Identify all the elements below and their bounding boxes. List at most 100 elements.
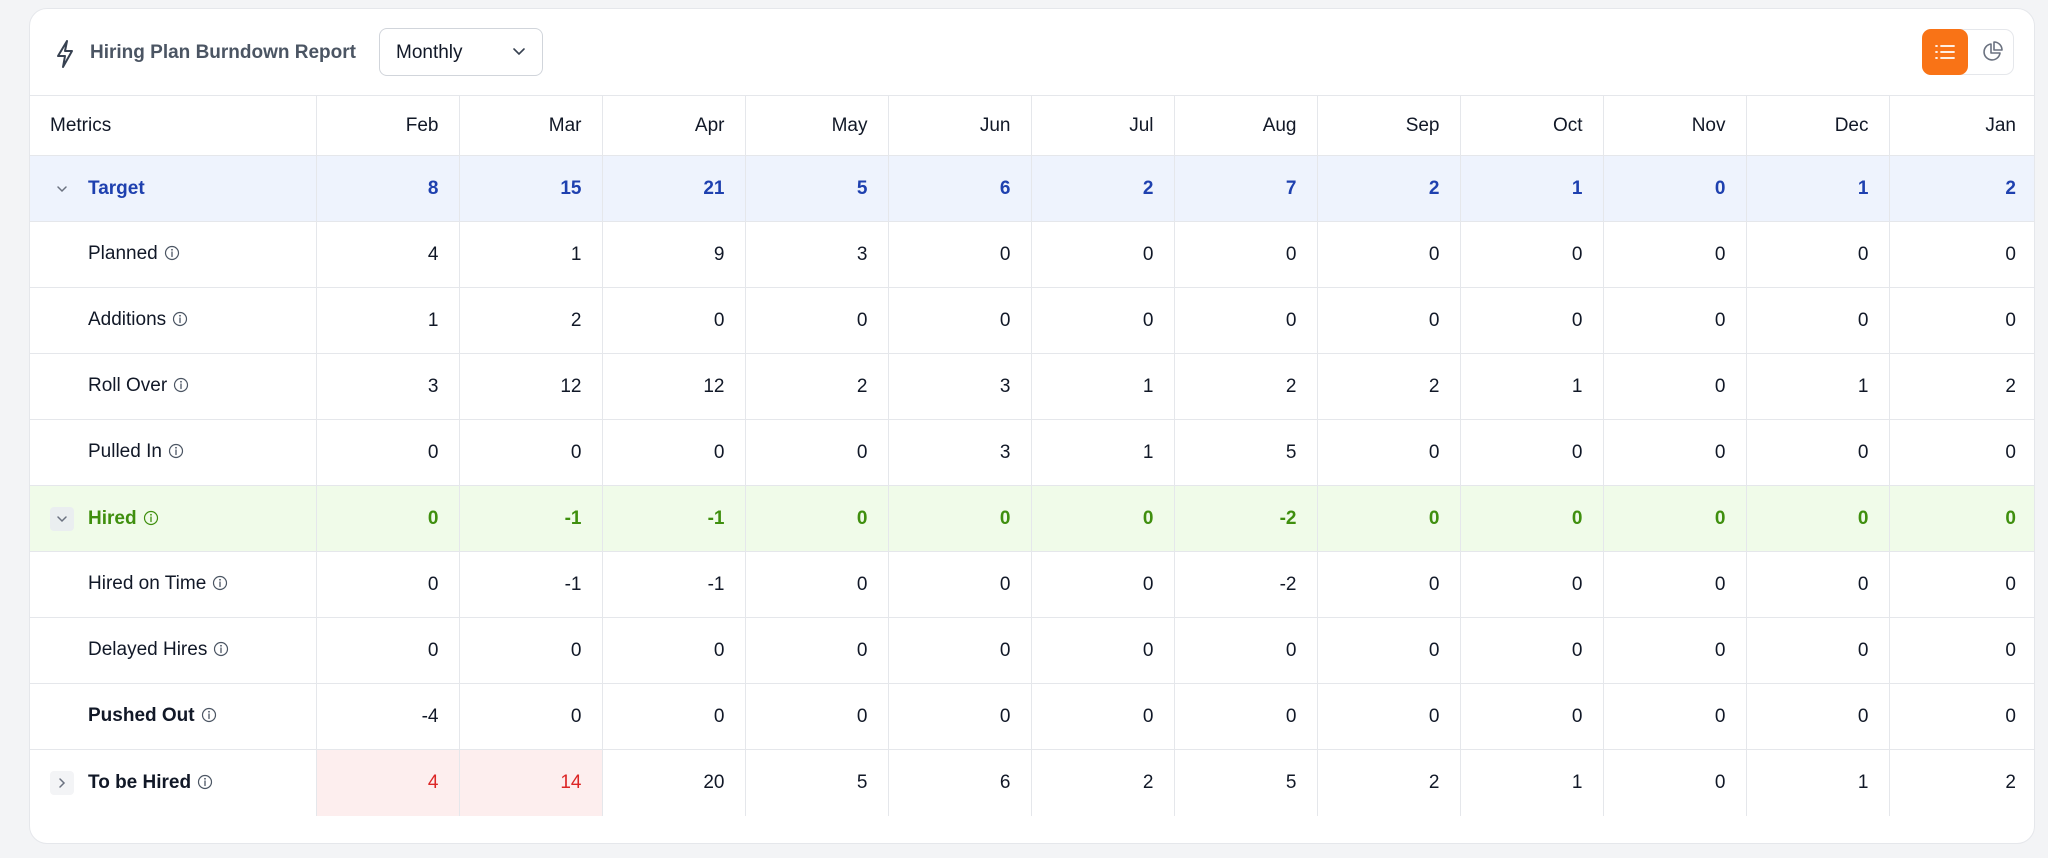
value-cell: 0	[1746, 485, 1890, 552]
chevron-down-icon	[513, 48, 525, 56]
table-row-to-be-hired: To be Hired 4 14 20 5 6 2 5 2 1 0 1 2	[30, 749, 2034, 816]
value-cell: 2	[1889, 353, 2034, 420]
value-cell: -1	[602, 485, 746, 552]
value-cell: 0	[1317, 485, 1461, 552]
value-cell: 0	[888, 683, 1032, 750]
value-cell: 0	[1603, 749, 1747, 816]
value-cell: 0	[1746, 287, 1890, 354]
info-icon[interactable]	[168, 443, 184, 459]
column-header-month: Dec	[1746, 95, 1890, 156]
value-cell: 0	[745, 419, 889, 486]
value-cell: 0	[1460, 485, 1604, 552]
table-view-button[interactable]	[1922, 29, 1968, 75]
metric-cell: Hired	[30, 485, 317, 552]
value-cell: 12	[459, 353, 603, 420]
value-cell: 21	[602, 155, 746, 222]
info-icon[interactable]	[173, 377, 189, 393]
value-cell: 0	[1889, 551, 2034, 618]
value-cell: 6	[888, 155, 1032, 222]
expand-toggle-target[interactable]	[50, 177, 74, 201]
value-cell: 0	[1746, 617, 1890, 684]
value-cell: 0	[1889, 419, 2034, 486]
chart-view-button[interactable]	[1969, 29, 2015, 75]
value-cell: 0	[602, 683, 746, 750]
info-icon[interactable]	[212, 575, 228, 591]
metric-label: To be Hired	[88, 771, 192, 793]
value-cell: 0	[1746, 551, 1890, 618]
metric-label: Pushed Out	[88, 705, 195, 727]
info-icon[interactable]	[201, 707, 217, 723]
metric-cell: Target	[30, 155, 317, 222]
info-icon[interactable]	[164, 245, 180, 261]
table-row-pulled-in: Pulled In 0 0 0 0 3 1 5 0 0 0 0 0	[30, 419, 2034, 486]
value-cell: 1	[459, 221, 603, 288]
metric-label: Hired	[88, 507, 137, 529]
value-cell: 0	[745, 485, 889, 552]
value-cell: 0	[1603, 485, 1747, 552]
metric-label: Target	[88, 177, 145, 199]
value-cell: 2	[1889, 155, 2034, 222]
expand-toggle-hired[interactable]	[50, 506, 74, 531]
value-cell: 0	[1031, 485, 1175, 552]
value-cell: 0	[1460, 551, 1604, 618]
column-header-month: Sep	[1317, 95, 1461, 156]
value-cell: 2	[1889, 749, 2034, 816]
metric-cell: Pushed Out	[30, 683, 317, 750]
value-cell: 0	[602, 287, 746, 354]
column-header-month: Aug	[1174, 95, 1318, 156]
list-icon	[1935, 45, 1955, 59]
value-cell: 0	[1031, 617, 1175, 684]
value-cell: 0	[888, 551, 1032, 618]
column-header-month: Jul	[1031, 95, 1175, 156]
value-cell: 0	[1603, 287, 1747, 354]
value-cell: 0	[1603, 221, 1747, 288]
value-cell: 0	[1603, 353, 1747, 420]
info-icon[interactable]	[143, 510, 159, 526]
period-dropdown[interactable]: Monthly	[379, 28, 543, 76]
value-cell: 0	[1460, 419, 1604, 486]
value-cell: 2	[459, 287, 603, 354]
value-cell: 0	[1031, 221, 1175, 288]
value-cell: 0	[1889, 221, 2034, 288]
chevron-down-icon	[57, 515, 67, 522]
value-cell: 0	[1603, 617, 1747, 684]
value-cell: 1	[1460, 155, 1604, 222]
info-icon[interactable]	[197, 774, 213, 790]
value-cell: 2	[1031, 155, 1175, 222]
value-cell: 2	[1174, 353, 1318, 420]
value-cell: 0	[1603, 155, 1747, 222]
value-cell: 0	[459, 683, 603, 750]
info-icon[interactable]	[213, 641, 229, 657]
column-header-month: Mar	[459, 95, 603, 156]
value-cell: 1	[1746, 749, 1890, 816]
value-cell: 0	[316, 617, 460, 684]
metric-label: Hired on Time	[88, 573, 207, 595]
value-cell: 0	[1317, 551, 1461, 618]
value-cell: 0	[1746, 419, 1890, 486]
expand-toggle-to-be-hired[interactable]	[50, 770, 74, 795]
table-header-row: Metrics Feb Mar Apr May Jun Jul Aug Sep …	[30, 95, 2034, 156]
info-icon[interactable]	[172, 311, 188, 327]
value-cell: 0	[1317, 683, 1461, 750]
value-cell: 0	[1603, 419, 1747, 486]
value-cell: 20	[602, 749, 746, 816]
metric-label: Roll Over	[88, 375, 168, 397]
value-cell: 1	[1746, 353, 1890, 420]
metric-cell: Additions	[30, 287, 317, 354]
value-cell: 0	[1174, 617, 1318, 684]
value-cell: 0	[1460, 287, 1604, 354]
value-cell: 2	[1317, 749, 1461, 816]
table-row-hired: Hired 0 -1 -1 0 0 0 -2 0 0 0 0 0	[30, 485, 2034, 552]
metric-cell: Pulled In	[30, 419, 317, 486]
value-cell: 1	[1031, 419, 1175, 486]
value-cell: 0	[745, 287, 889, 354]
metric-cell: Planned	[30, 221, 317, 288]
value-cell: 0	[1746, 221, 1890, 288]
value-cell: 0	[459, 419, 603, 486]
value-cell: 1	[316, 287, 460, 354]
value-cell: 0	[1889, 287, 2034, 354]
value-cell: 1	[1031, 353, 1175, 420]
table-row-additions: Additions 1 2 0 0 0 0 0 0 0 0 0 0	[30, 287, 2034, 354]
value-cell: 0	[602, 617, 746, 684]
value-cell: 0	[745, 551, 889, 618]
